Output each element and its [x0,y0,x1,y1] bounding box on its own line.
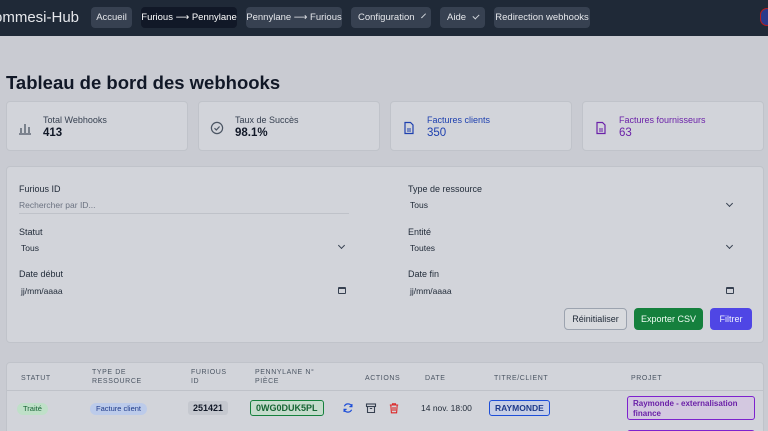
entity-select[interactable]: Toutes [410,243,740,257]
column-header-actions: ACTIONS [365,375,401,382]
nav-label: Configuration [358,12,415,23]
nav-aide[interactable]: Aide [440,7,485,28]
nav-accueil[interactable]: Accueil [91,7,132,28]
column-header-pennylane-no: PENNYLANE N° PIÈCE [255,368,314,386]
column-header-date: DATE [425,375,446,382]
refresh-icon[interactable] [342,402,354,414]
stat-card-total: Total Webhooks 413 [6,101,188,151]
status-label: Statut [19,227,43,237]
check-circle-icon [210,121,224,135]
user-avatar[interactable] [760,8,768,26]
column-header-line: PIÈCE [255,378,280,385]
furious-id-input[interactable]: Rechercher par ID... [19,200,349,214]
stat-label: Total Webhooks [43,115,107,125]
archive-icon[interactable] [365,402,377,414]
status-badge: Traité [17,403,48,415]
top-navbar: ommesi-Hub Accueil Furious ⟶ Pennylane P… [0,0,768,36]
column-header-line: TYPE DE [92,369,127,376]
pennylane-no-cell[interactable]: 0WG0DUK5PL [250,400,324,416]
export-csv-button[interactable]: Exporter CSV [634,308,703,330]
date-start-label: Date début [19,269,64,279]
column-header-furious-id: FURIOUS ID [191,368,227,386]
resource-type-select[interactable]: Tous [410,200,740,214]
webhooks-table: STATUT TYPE DE RESSOURCE FURIOUS ID PENNYL… [6,362,764,431]
trash-icon[interactable] [388,402,400,414]
nav-label: Furious ⟶ Pennylane [141,12,237,23]
stat-card-supplier-invoices: Factures fournisseurs 63 [582,101,764,151]
document-icon [596,121,606,135]
nav-label: Aide [447,12,467,23]
column-header-line: ID [191,378,200,385]
column-header-client: TITRE/CLIENT [494,375,549,382]
stat-label: Taux de Succès [235,115,299,125]
column-header-type: TYPE DE RESSOURCE [92,368,142,386]
resource-type-label: Type de ressource [408,184,483,194]
stat-label: Factures clients [427,115,491,125]
nav-furious-to-pennylane[interactable]: Furious ⟶ Pennylane [141,7,237,28]
date-start-input[interactable]: jj/mm/aaaa [21,286,351,300]
chevron-down-icon [472,12,480,20]
furious-id-label: Furious ID [19,184,61,194]
bar-chart-icon [19,124,31,135]
nav-redirection-webhooks[interactable]: Redirection webhooks [494,7,590,28]
nav-pennylane-to-furious[interactable]: Pennylane ⟶ Furious [246,7,342,28]
nav-label: Accueil [96,12,127,23]
stat-value: 63 [619,127,632,139]
stat-value: 98.1% [235,127,268,139]
status-select[interactable]: Tous [21,243,351,257]
column-header-line: RESSOURCE [92,378,142,385]
stat-card-client-invoices: Factures clients 350 [390,101,572,151]
stat-value: 350 [427,127,447,139]
header-divider [7,390,763,391]
date-cell: 14 nov. 18:00 [421,403,472,413]
nav-label: Pennylane ⟶ Furious [246,12,342,23]
nav-configuration[interactable]: Configuration [351,7,431,28]
date-end-input[interactable]: jj/mm/aaaa [410,286,740,300]
reset-button[interactable]: Réinitialiser [564,308,627,330]
stat-label: Factures fournisseurs [619,115,706,125]
entity-label: Entité [408,227,432,237]
project-badge[interactable]: Raymonde - externalisation finance [627,396,755,420]
nav-label: Redirection webhooks [495,12,589,23]
column-header-line: FURIOUS [191,369,227,376]
resource-type-badge: Facture client [90,403,148,415]
column-header-project: PROJET [631,375,663,382]
furious-id-cell: 251421 [188,401,229,415]
brand-name[interactable]: ommesi-Hub [0,9,79,26]
chevron-down-icon [420,13,426,19]
date-end-label: Date fin [408,269,440,279]
calendar-icon[interactable] [338,287,346,294]
column-header-status: STATUT [21,375,51,382]
column-header-line: PENNYLANE N° [255,369,315,376]
stat-card-success-rate: Taux de Succès 98.1% [198,101,380,151]
calendar-icon[interactable] [726,287,734,294]
page-title: Tableau de bord des webhooks [6,72,281,93]
filter-button[interactable]: Filtrer [710,308,752,330]
client-badge[interactable]: RAYMONDE [489,400,550,416]
document-icon [404,121,414,135]
stat-value: 413 [43,127,63,139]
